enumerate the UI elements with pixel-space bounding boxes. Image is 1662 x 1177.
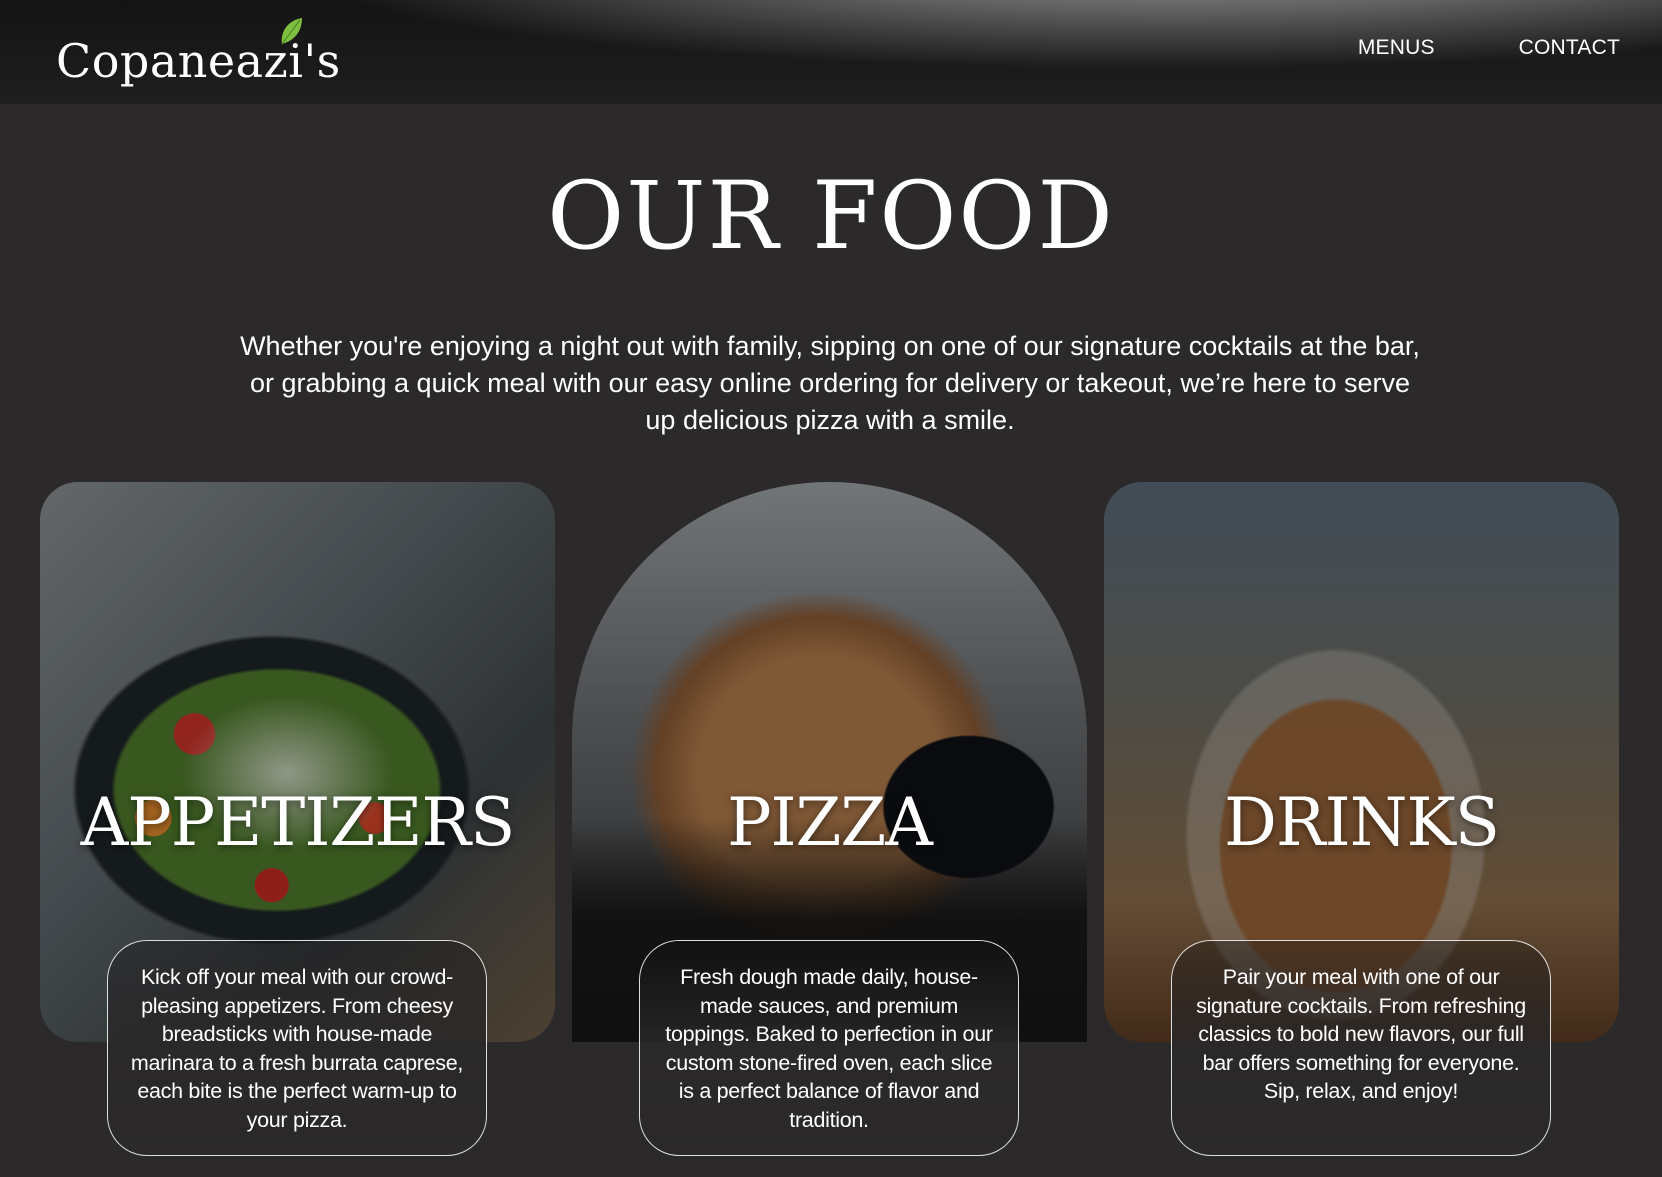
card-description-drinks: Pair your meal with one of our signature…: [1171, 940, 1551, 1156]
leaf-icon: [281, 18, 302, 45]
card-heading-appetizers[interactable]: APPETIZERS: [40, 790, 555, 856]
card-description-pizza: Fresh dough made daily, house-made sauce…: [639, 940, 1019, 1156]
logo[interactable]: Copaneazi's: [56, 18, 341, 84]
site-header: Copaneazi's MENUS CONTACT: [0, 0, 1662, 104]
main-nav: MENUS CONTACT: [1358, 36, 1620, 60]
nav-link-menus[interactable]: MENUS: [1358, 36, 1435, 60]
intro-text: Whether you're enjoying a night out with…: [240, 331, 1420, 435]
card-heading-pizza[interactable]: PIZZA: [572, 790, 1087, 856]
nav-link-contact[interactable]: CONTACT: [1519, 36, 1620, 60]
card-heading-drinks[interactable]: DRINKS: [1104, 790, 1619, 856]
page-title: OUR FOOD: [547, 162, 1115, 271]
card-description-appetizers: Kick off your meal with our crowd-pleasi…: [107, 940, 487, 1156]
